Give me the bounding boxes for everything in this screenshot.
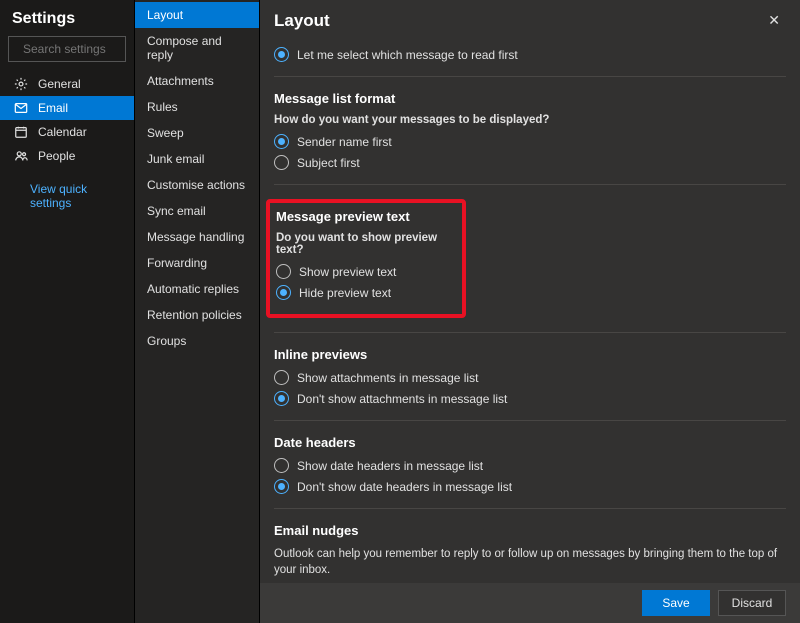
option-show-attachments[interactable]: Show attachments in message list: [274, 370, 786, 385]
subnav-item-layout[interactable]: Layout: [135, 2, 259, 28]
content-scroll-area[interactable]: Let me select which message to read firs…: [260, 41, 800, 583]
option-subject-first[interactable]: Subject first: [274, 155, 786, 170]
settings-title: Settings: [0, 0, 134, 36]
subnav-item-groups[interactable]: Groups: [135, 328, 259, 354]
option-let-me-select[interactable]: Let me select which message to read firs…: [274, 47, 786, 62]
calendar-icon: [14, 125, 28, 139]
settings-sidebar: Settings General Email Calendar People V…: [0, 0, 135, 623]
content-header: Layout ✕: [260, 0, 800, 41]
radio-icon: [276, 285, 291, 300]
close-button[interactable]: ✕: [764, 8, 784, 33]
section-title: Message preview text: [276, 209, 456, 224]
gear-icon: [14, 77, 28, 91]
option-label: Don't show attachments in message list: [297, 392, 507, 406]
section-date-headers: Date headers Show date headers in messag…: [274, 435, 786, 494]
option-label: Show date headers in message list: [297, 459, 483, 473]
subnav-item-sync-email[interactable]: Sync email: [135, 198, 259, 224]
subnav-item-retention-policies[interactable]: Retention policies: [135, 302, 259, 328]
sidebar-item-email[interactable]: Email: [0, 96, 134, 120]
radio-icon: [274, 155, 289, 170]
mail-icon: [14, 101, 28, 115]
radio-icon: [274, 47, 289, 62]
save-button[interactable]: Save: [642, 590, 710, 616]
option-label: Let me select which message to read firs…: [297, 48, 518, 62]
option-dont-show-attachments[interactable]: Don't show attachments in message list: [274, 391, 786, 406]
option-label: Sender name first: [297, 135, 392, 149]
option-hide-preview-text[interactable]: Hide preview text: [276, 285, 456, 300]
email-subnav: Layout Compose and reply Attachments Rul…: [135, 0, 260, 623]
sidebar-item-label: People: [38, 149, 75, 163]
footer-bar: Save Discard: [260, 583, 800, 623]
option-show-date-headers[interactable]: Show date headers in message list: [274, 458, 786, 473]
sidebar-item-calendar[interactable]: Calendar: [0, 120, 134, 144]
radio-icon: [274, 479, 289, 494]
subnav-item-sweep[interactable]: Sweep: [135, 120, 259, 146]
section-title: Message list format: [274, 91, 786, 106]
sidebar-item-label: General: [38, 77, 81, 91]
option-sender-name-first[interactable]: Sender name first: [274, 134, 786, 149]
subnav-item-compose[interactable]: Compose and reply: [135, 28, 259, 68]
option-label: Hide preview text: [299, 286, 391, 300]
section-title: Date headers: [274, 435, 786, 450]
people-icon: [14, 149, 28, 163]
option-label: Don't show date headers in message list: [297, 480, 512, 494]
section-question: How do you want your messages to be disp…: [274, 114, 786, 126]
section-message-preview-text-highlight: Message preview text Do you want to show…: [266, 199, 466, 318]
option-dont-show-date-headers[interactable]: Don't show date headers in message list: [274, 479, 786, 494]
view-quick-settings-link[interactable]: View quick settings: [0, 168, 134, 210]
subnav-item-junk-email[interactable]: Junk email: [135, 146, 259, 172]
separator: [274, 508, 786, 509]
close-icon: ✕: [768, 12, 780, 28]
section-email-nudges: Email nudges Outlook can help you rememb…: [274, 523, 786, 583]
section-title: Email nudges: [274, 523, 786, 538]
subnav-item-attachments[interactable]: Attachments: [135, 68, 259, 94]
sidebar-item-general[interactable]: General: [0, 72, 134, 96]
radio-icon: [274, 134, 289, 149]
section-inline-previews: Inline previews Show attachments in mess…: [274, 347, 786, 406]
section-message-list-format: Message list format How do you want your…: [274, 91, 786, 170]
content-title: Layout: [274, 11, 330, 31]
radio-icon: [274, 370, 289, 385]
separator: [274, 184, 786, 185]
discard-button[interactable]: Discard: [718, 590, 786, 616]
section-description: Outlook can help you remember to reply t…: [274, 546, 786, 578]
option-label: Subject first: [297, 156, 360, 170]
radio-icon: [274, 391, 289, 406]
radio-icon: [274, 458, 289, 473]
subnav-item-message-handling[interactable]: Message handling: [135, 224, 259, 250]
separator: [274, 76, 786, 77]
option-label: Show preview text: [299, 265, 396, 279]
sidebar-item-people[interactable]: People: [0, 144, 134, 168]
section-question: Do you want to show preview text?: [276, 232, 456, 256]
subnav-item-customise-actions[interactable]: Customise actions: [135, 172, 259, 198]
sidebar-item-label: Email: [38, 101, 68, 115]
section-title: Inline previews: [274, 347, 786, 362]
separator: [274, 420, 786, 421]
subnav-item-rules[interactable]: Rules: [135, 94, 259, 120]
sidebar-item-label: Calendar: [38, 125, 87, 139]
option-label: Show attachments in message list: [297, 371, 478, 385]
subnav-item-forwarding[interactable]: Forwarding: [135, 250, 259, 276]
radio-icon: [276, 264, 291, 279]
subnav-item-automatic-replies[interactable]: Automatic replies: [135, 276, 259, 302]
layout-content: Layout ✕ Let me select which message to …: [260, 0, 800, 623]
search-input-wrapper[interactable]: [8, 36, 126, 62]
option-show-preview-text[interactable]: Show preview text: [276, 264, 456, 279]
settings-app: Settings General Email Calendar People V…: [0, 0, 800, 623]
separator: [274, 332, 786, 333]
